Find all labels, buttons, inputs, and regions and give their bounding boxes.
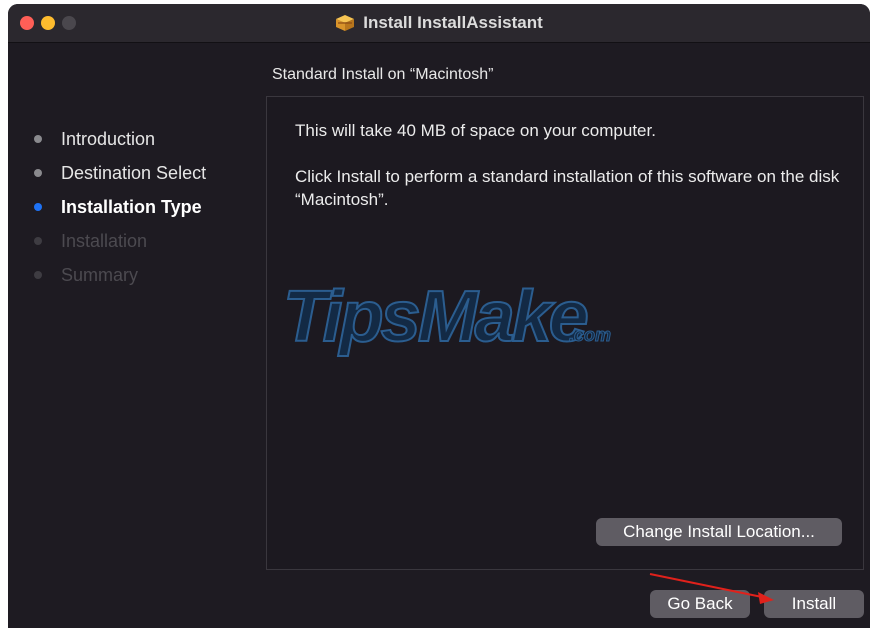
window-title-text: Install InstallAssistant [363,13,543,32]
tipsmake-watermark-logo: TipsMake .com [282,277,612,357]
step-label: Summary [61,265,139,285]
step-destination-select: Destination Select [8,156,258,190]
steps-sidebar: Introduction Destination Select Installa… [8,122,258,292]
step-installation: Installation [8,224,258,258]
install-instructions-text: Click Install to perform a standard inst… [295,167,840,209]
step-bullet-icon [34,203,42,211]
step-bullet-icon [34,169,42,177]
step-summary: Summary [8,258,258,292]
window-title: Install InstallAssistant [8,4,870,42]
step-label: Installation [61,231,148,251]
content-panel: This will take 40 MB of space on your co… [266,96,864,570]
change-install-location-button[interactable]: Change Install Location... [596,518,842,546]
title-bar[interactable]: Install InstallAssistant [8,4,870,43]
step-label: Introduction [61,129,156,149]
watermark-suffix: .com [569,325,611,345]
go-back-button[interactable]: Go Back [650,590,750,618]
step-introduction: Introduction [8,122,258,156]
install-button[interactable]: Install [764,590,864,618]
step-label: Destination Select [61,163,207,183]
installer-window: Install InstallAssistant Introduction De… [8,4,870,628]
space-required-text: This will take 40 MB of space on your co… [295,121,656,140]
step-bullet-icon [34,135,42,143]
step-installation-type: Installation Type [8,190,258,224]
step-bullet-icon [34,271,42,279]
step-label: Installation Type [61,197,202,217]
watermark-text: TipsMake [283,277,588,357]
step-bullet-icon [34,237,42,245]
install-header: Standard Install on “Macintosh” [272,66,494,83]
package-icon [336,15,355,31]
